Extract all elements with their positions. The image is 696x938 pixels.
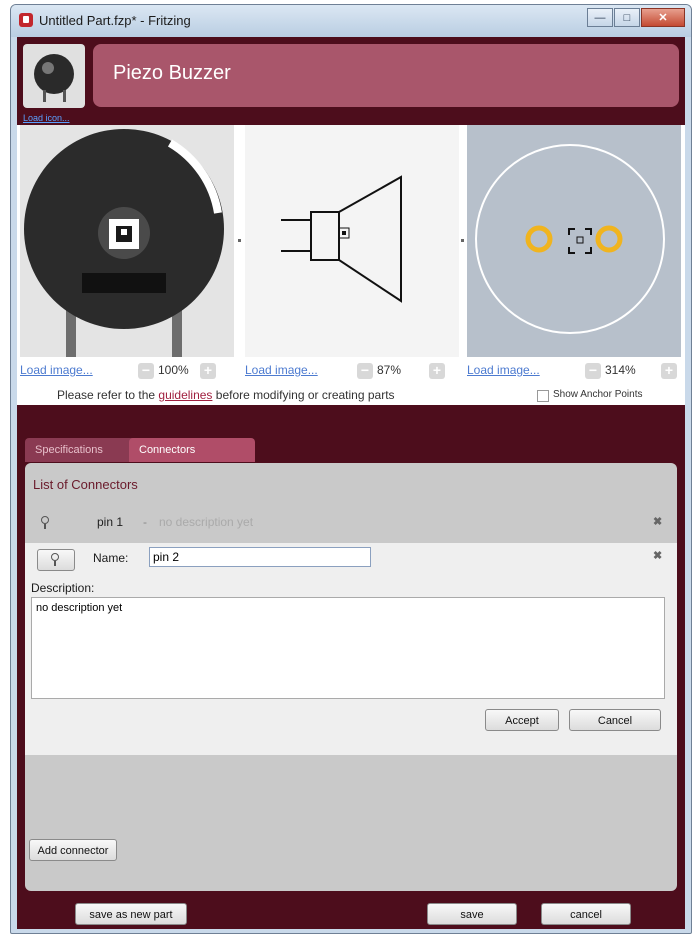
pcb-image — [475, 144, 665, 334]
zoom-out-button-2[interactable]: − — [357, 363, 373, 379]
cancel-edit-button[interactable]: Cancel — [569, 709, 661, 731]
view-controls-2: Load image... − 87% + — [245, 363, 459, 379]
show-anchor-points-label[interactable]: Show Anchor Points — [553, 389, 643, 400]
guidelines-row: Please refer to the guidelines before mo… — [17, 388, 685, 404]
close-button[interactable]: ✕ — [641, 8, 685, 27]
guidelines-text-after: before modifying or creating parts — [212, 388, 395, 402]
pin-icon — [51, 553, 59, 566]
tab-connectors[interactable]: Connectors — [129, 438, 255, 462]
connector-description: no description yet — [159, 515, 254, 529]
list-title: List of Connectors — [33, 477, 138, 492]
connector-edit-block: Name: ✖ Description: no description yet … — [25, 543, 677, 755]
app-window: Untitled Part.fzp* - Fritzing — □ ✕ Piez… — [10, 4, 692, 934]
save-button[interactable]: save — [427, 903, 517, 925]
description-textarea[interactable]: no description yet — [31, 597, 665, 699]
guidelines-link[interactable]: guidelines — [158, 388, 212, 402]
show-anchor-points-checkbox[interactable] — [537, 390, 549, 402]
name-label: Name: — [93, 551, 129, 565]
tab-specifications[interactable]: Specifications — [25, 438, 145, 462]
load-image-link-1[interactable]: Load image... — [20, 363, 93, 377]
save-as-new-part-button[interactable]: save as new part — [75, 903, 187, 925]
breadboard-view[interactable] — [20, 125, 234, 357]
zoom-level-1: 100% — [158, 363, 189, 377]
zoom-out-button-1[interactable]: − — [138, 363, 154, 379]
delete-connector-icon[interactable]: ✖ — [653, 551, 663, 562]
view-controls-1: Load image... − 100% + — [20, 363, 234, 379]
connectors-panel: List of Connectors pin 1 - no descriptio… — [25, 463, 677, 891]
breadboard-image — [24, 129, 224, 357]
part-title-panel[interactable]: Piezo Buzzer — [93, 44, 679, 107]
guidelines-text-before: Please refer to the — [57, 388, 159, 402]
connector-row[interactable]: pin 1 - no description yet ✖ — [25, 509, 677, 537]
delete-connector-icon[interactable]: ✖ — [653, 517, 663, 528]
schematic-view[interactable] — [245, 125, 459, 357]
parts-editor: Piezo Buzzer Load icon... Load image... … — [17, 37, 685, 929]
schematic-image — [281, 175, 402, 303]
load-image-link-2[interactable]: Load image... — [245, 363, 318, 377]
part-icon-preview[interactable] — [23, 44, 85, 108]
pcb-view[interactable] — [467, 125, 681, 357]
title-bar[interactable]: Untitled Part.fzp* - Fritzing — □ ✕ — [11, 5, 691, 37]
zoom-out-button-3[interactable]: − — [585, 363, 601, 379]
connector-separator: - — [143, 515, 147, 529]
view-controls-3: Load image... − 314% + — [467, 363, 681, 379]
buzzer-icon — [34, 54, 74, 94]
zoom-level-3: 314% — [605, 363, 636, 377]
add-connector-button[interactable]: Add connector — [29, 839, 117, 861]
connector-name-input[interactable] — [149, 547, 371, 567]
accept-button[interactable]: Accept — [485, 709, 559, 731]
minimize-button[interactable]: — — [587, 8, 613, 27]
pin-type-button[interactable] — [37, 549, 75, 571]
zoom-level-2: 87% — [377, 363, 402, 377]
load-icon-link[interactable]: Load icon... — [23, 113, 70, 123]
connector-name: pin 1 — [97, 515, 124, 529]
cancel-button[interactable]: cancel — [541, 903, 631, 925]
zoom-in-button-1[interactable]: + — [200, 363, 216, 379]
view-panels: Load image... − 100% + Load image... − 8… — [17, 125, 685, 405]
maximize-button[interactable]: □ — [614, 8, 640, 27]
footer-bar: save as new part save cancel — [17, 897, 685, 929]
description-label: Description: — [31, 581, 95, 595]
part-title: Piezo Buzzer — [113, 62, 231, 84]
zoom-in-button-3[interactable]: + — [661, 363, 677, 379]
pin-icon — [41, 516, 49, 529]
load-image-link-3[interactable]: Load image... — [467, 363, 540, 377]
window-controls: — □ ✕ — [586, 8, 685, 27]
zoom-in-button-2[interactable]: + — [429, 363, 445, 379]
window-title: Untitled Part.fzp* - Fritzing — [39, 13, 191, 28]
fritzing-app-icon — [19, 13, 33, 27]
